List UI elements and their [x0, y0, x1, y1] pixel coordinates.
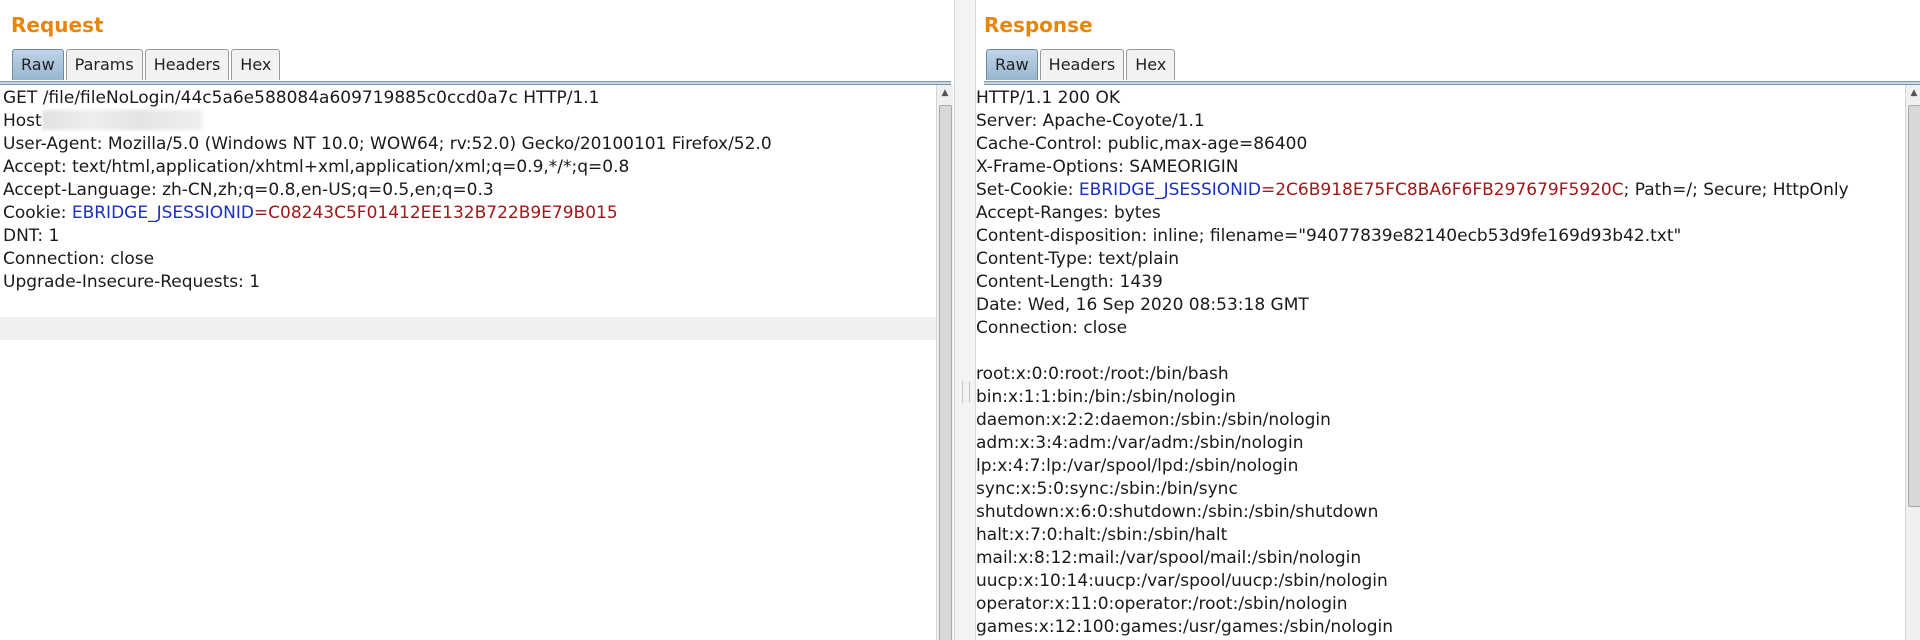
response-tab-raw[interactable]: Raw: [986, 49, 1038, 80]
request-tab-params[interactable]: Params: [65, 49, 143, 80]
host-header-line: Host: [3, 110, 772, 133]
accept-header-line: Accept: text/html,application/xhtml+xml,…: [3, 157, 630, 177]
blank-separator-line: [976, 340, 1849, 363]
server-header-line: Server: Apache-Coyote/1.1: [976, 111, 1205, 131]
response-vertical-scrollbar[interactable]: ▲: [1905, 85, 1920, 640]
dnt-header-line: DNT: 1: [3, 226, 60, 246]
content-length-header-line: Content-Length: 1439: [976, 272, 1163, 292]
response-title: Response: [984, 13, 1093, 37]
connection-header-line: Connection: close: [3, 249, 155, 269]
body-line: halt:x:7:0:halt:/sbin:/sbin/halt: [976, 525, 1228, 545]
cookie-equals: =: [253, 203, 269, 223]
set-cookie-name: EBRIDGE_JSESSIONID: [1078, 180, 1261, 200]
response-tab-headers[interactable]: Headers: [1039, 49, 1125, 80]
set-cookie-equals: =: [1260, 180, 1276, 200]
response-scroll-thumb[interactable]: [1908, 105, 1920, 507]
scroll-up-arrow-icon[interactable]: ▲: [1906, 85, 1920, 101]
accept-ranges-header-line: Accept-Ranges: bytes: [976, 203, 1161, 223]
body-line: games:x:12:100:games:/usr/games:/sbin/no…: [976, 617, 1394, 637]
response-tab-hex[interactable]: Hex: [1126, 49, 1176, 80]
request-current-line-highlight: [0, 317, 936, 340]
request-title: Request: [11, 13, 104, 37]
content-disposition-header-line: Content-disposition: inline; filename="9…: [976, 226, 1682, 246]
response-text: HTTP/1.1 200 OK Server: Apache-Coyote/1.…: [976, 87, 1849, 639]
request-scroll-thumb[interactable]: [939, 105, 952, 640]
date-header-line: Date: Wed, 16 Sep 2020 08:53:18 GMT: [976, 295, 1309, 315]
cookie-value: C08243C5F01412EE132B722B9E79B015: [268, 203, 618, 223]
request-tab-headers[interactable]: Headers: [144, 49, 230, 80]
body-line: operator:x:11:0:operator:/root:/sbin/nol…: [976, 594, 1348, 614]
request-text: GET /file/fileNoLogin/44c5a6e588084a6097…: [3, 87, 772, 294]
request-line: GET /file/fileNoLogin/44c5a6e588084a6097…: [3, 88, 600, 108]
user-agent-header-line: User-Agent: Mozilla/5.0 (Windows NT 10.0…: [3, 134, 772, 154]
set-cookie-header-line: Set-Cookie: EBRIDGE_JSESSIONID=2C6B918E7…: [976, 179, 1849, 202]
request-vertical-scrollbar[interactable]: ▲: [936, 85, 953, 640]
response-editor[interactable]: HTTP/1.1 200 OK Server: Apache-Coyote/1.…: [976, 85, 1905, 640]
body-line: root:x:0:0:root:/root:/bin/bash: [976, 364, 1229, 384]
request-tab-bar: Raw Params Headers Hex: [12, 49, 282, 81]
response-body: root:x:0:0:root:/root:/bin/bash bin:x:1:…: [976, 363, 1849, 639]
cookie-label: Cookie:: [3, 203, 72, 223]
response-tab-bar: Raw Headers Hex: [986, 49, 1177, 81]
body-line: uucp:x:10:14:uucp:/var/spool/uucp:/sbin/…: [976, 571, 1388, 591]
x-frame-options-header-line: X-Frame-Options: SAMEORIGIN: [976, 157, 1239, 177]
body-line: lp:x:4:7:lp:/var/spool/lpd:/sbin/nologin: [976, 456, 1299, 476]
content-type-header-line: Content-Type: text/plain: [976, 249, 1180, 269]
cookie-header-line: Cookie: EBRIDGE_JSESSIONID=C08243C5F0141…: [3, 202, 772, 225]
connection-header-line: Connection: close: [976, 318, 1128, 338]
upgrade-insecure-header-line: Upgrade-Insecure-Requests: 1: [3, 272, 261, 292]
body-line: bin:x:1:1:bin:/bin:/sbin/nologin: [976, 387, 1236, 407]
status-line: HTTP/1.1 200 OK: [976, 88, 1121, 108]
body-line: adm:x:3:4:adm:/var/adm:/sbin/nologin: [976, 433, 1304, 453]
request-editor[interactable]: GET /file/fileNoLogin/44c5a6e588084a6097…: [0, 85, 936, 640]
accept-language-header-line: Accept-Language: zh-CN,zh;q=0.8,en-US;q=…: [3, 180, 494, 200]
cookie-name: EBRIDGE_JSESSIONID: [71, 203, 254, 223]
set-cookie-attributes: ; Path=/; Secure; HttpOnly: [1623, 180, 1849, 200]
cache-control-header-line: Cache-Control: public,max-age=86400: [976, 134, 1308, 154]
scroll-up-arrow-icon[interactable]: ▲: [937, 85, 953, 101]
body-line: sync:x:5:0:sync:/sbin:/bin/sync: [976, 479, 1238, 499]
host-header-label: Host: [3, 111, 42, 131]
body-line: daemon:x:2:2:daemon:/sbin:/sbin/nologin: [976, 410, 1331, 430]
body-line: shutdown:x:6:0:shutdown:/sbin:/sbin/shut…: [976, 502, 1379, 522]
request-tab-raw[interactable]: Raw: [12, 49, 64, 80]
body-line: mail:x:8:12:mail:/var/spool/mail:/sbin/n…: [976, 548, 1362, 568]
request-tab-hex[interactable]: Hex: [231, 49, 281, 80]
splitter-grip-icon[interactable]: [962, 381, 970, 403]
set-cookie-value: 2C6B918E75FC8BA6F6FB297679F5920C: [1275, 180, 1624, 200]
pane-splitter[interactable]: [954, 0, 976, 640]
request-pane: Request Raw Params Headers Hex GET /file…: [0, 0, 954, 640]
set-cookie-label: Set-Cookie:: [976, 180, 1079, 200]
redacted-host-value: [41, 110, 202, 130]
response-pane: Response Raw Headers Hex HTTP/1.1 200 OK…: [976, 0, 1920, 640]
